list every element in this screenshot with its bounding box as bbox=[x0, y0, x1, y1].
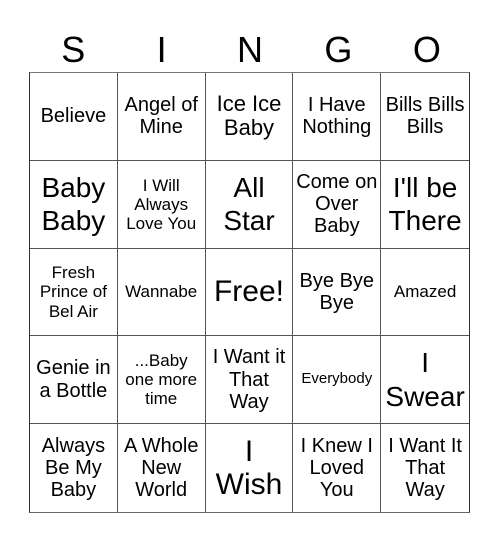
cell-text: Baby Baby bbox=[41, 171, 106, 237]
bingo-cell[interactable]: Bye Bye Bye bbox=[293, 248, 382, 337]
cell-text: I Want It That Way bbox=[388, 434, 462, 502]
cell-text: Bills Bills Bills bbox=[385, 94, 465, 139]
bingo-cell[interactable]: Baby Baby bbox=[30, 160, 118, 249]
bingo-cell[interactable]: I Wish bbox=[206, 424, 294, 512]
cell-text: I'll be There bbox=[388, 171, 462, 237]
bingo-cell[interactable]: Always Be My Baby bbox=[30, 424, 118, 512]
cell-text: I Swear bbox=[385, 347, 465, 412]
cell-text: Amazed bbox=[393, 282, 457, 302]
cell-text: A Whole New World bbox=[123, 434, 199, 502]
bingo-grid: Believe Angel of Mine Ice Ice Baby I Have N… bbox=[29, 72, 470, 513]
cell-text: I Will Always Love You bbox=[126, 175, 197, 233]
bingo-cell[interactable]: Believe bbox=[30, 73, 118, 161]
cell-text: Genie in a Bottle bbox=[36, 357, 111, 402]
cell-text: Wannabe bbox=[125, 282, 198, 302]
cell-text: Everybody bbox=[301, 370, 373, 388]
bingo-cell[interactable]: Fresh Prince of Bel Air bbox=[30, 248, 118, 337]
bingo-cell[interactable]: I Will Always Love You bbox=[117, 160, 206, 249]
bingo-cell[interactable]: I'll be There bbox=[381, 161, 469, 249]
bingo-cell[interactable]: Ice Ice Baby bbox=[205, 73, 294, 161]
bingo-cell[interactable]: Angel of Mine bbox=[117, 73, 206, 161]
cell-text: Come on Over Baby bbox=[296, 170, 378, 238]
bingo-cell[interactable]: I Swear bbox=[381, 336, 469, 425]
bingo-cell[interactable]: Everybody bbox=[293, 336, 382, 425]
cell-text: Angel of Mine bbox=[124, 94, 198, 139]
cell-text: I Have Nothing bbox=[302, 94, 372, 139]
cell-text: Believe bbox=[40, 105, 107, 128]
cell-text: ...Baby one more time bbox=[125, 351, 198, 409]
header-letter-s: S bbox=[61, 29, 86, 70]
header-letter-g: G bbox=[324, 29, 353, 70]
bingo-cell[interactable]: All Star bbox=[205, 160, 294, 249]
cell-text: I Want it That Way bbox=[212, 346, 286, 413]
cell-text: I Knew I Loved You bbox=[300, 434, 373, 502]
bingo-cell[interactable]: A Whole New World bbox=[118, 424, 206, 512]
bingo-cell[interactable]: Amazed bbox=[381, 249, 469, 337]
header-letter-i: I bbox=[156, 29, 167, 70]
cell-text: Bye Bye Bye bbox=[299, 269, 375, 314]
bingo-cell[interactable]: Bills Bills Bills bbox=[381, 73, 469, 161]
cell-text: Ice Ice Baby bbox=[216, 90, 282, 141]
cell-text: I Wish bbox=[215, 434, 283, 502]
bingo-cell[interactable]: I Knew I Loved You bbox=[293, 424, 382, 512]
cell-text: Fresh Prince of Bel Air bbox=[39, 263, 107, 321]
header-letter-o: O bbox=[412, 29, 441, 70]
cell-text: All Star bbox=[223, 171, 275, 237]
bingo-cell[interactable]: I Want it That Way bbox=[205, 336, 294, 425]
free-space-cell[interactable]: Free! bbox=[205, 248, 294, 337]
cell-text: Free! bbox=[213, 275, 284, 309]
bingo-cell[interactable]: Wannabe bbox=[117, 248, 206, 337]
bingo-cell[interactable]: ...Baby one more time bbox=[117, 336, 206, 425]
cell-text: Always Be My Baby bbox=[41, 434, 106, 502]
bingo-cell[interactable]: I Have Nothing bbox=[293, 73, 382, 161]
bingo-cell[interactable]: Genie in a Bottle bbox=[30, 336, 118, 425]
bingo-cell[interactable]: I Want It That Way bbox=[381, 424, 469, 512]
bingo-header: S I N G O bbox=[29, 28, 471, 72]
bingo-cell[interactable]: Come on Over Baby bbox=[293, 160, 382, 249]
header-letter-n: N bbox=[237, 29, 264, 70]
